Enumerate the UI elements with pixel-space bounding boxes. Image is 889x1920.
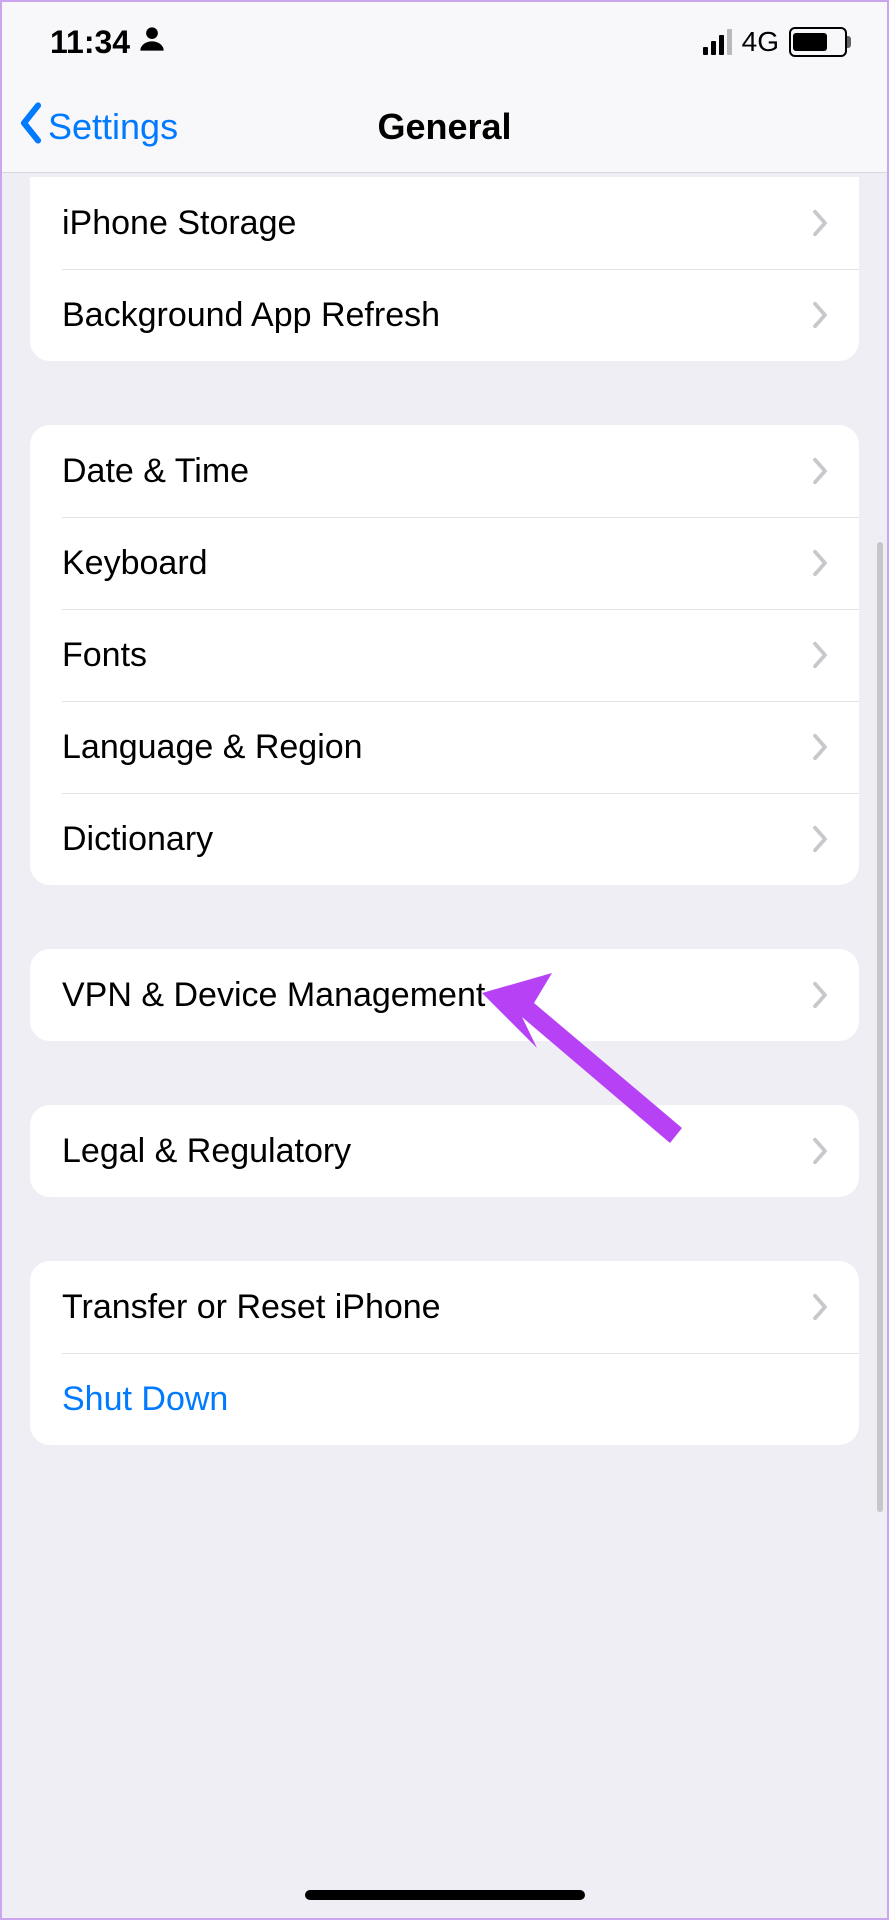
settings-group-reset: Transfer or Reset iPhone Shut Down [30,1261,859,1445]
status-bar: 11:34 4G [2,2,887,82]
settings-group-locale: Date & Time Keyboard Fonts Language & Regio… [30,425,859,885]
chevron-right-icon [811,732,829,762]
row-label: VPN & Device Management [62,976,811,1015]
row-label: Keyboard [62,544,811,583]
chevron-right-icon [811,824,829,854]
status-right: 4G [703,26,847,58]
row-label: Legal & Regulatory [62,1132,811,1171]
chevron-right-icon [811,208,829,238]
row-label: Transfer or Reset iPhone [62,1288,811,1327]
row-language-region[interactable]: Language & Region [30,701,859,793]
row-label: iPhone Storage [62,204,811,243]
row-legal-regulatory[interactable]: Legal & Regulatory [30,1105,859,1197]
row-label: Fonts [62,636,811,675]
page-title: General [377,106,511,148]
network-type: 4G [742,26,779,58]
back-button[interactable]: Settings [16,82,178,172]
row-vpn-device-management[interactable]: VPN & Device Management [30,949,859,1041]
row-fonts[interactable]: Fonts [30,609,859,701]
row-label: Dictionary [62,820,811,859]
row-transfer-reset[interactable]: Transfer or Reset iPhone [30,1261,859,1353]
settings-group-vpn: VPN & Device Management [30,949,859,1041]
row-shut-down[interactable]: Shut Down [30,1353,859,1445]
chevron-right-icon [811,456,829,486]
row-date-time[interactable]: Date & Time [30,425,859,517]
scroll-indicator[interactable] [877,542,883,1512]
chevron-left-icon [16,102,46,153]
back-label: Settings [48,106,178,148]
settings-group-storage: iPhone Storage Background App Refresh [30,177,859,361]
home-indicator[interactable] [305,1890,585,1900]
screen-frame: 11:34 4G Settings General iPhone Storage… [0,0,889,1920]
row-iphone-storage[interactable]: iPhone Storage [30,177,859,269]
row-dictionary[interactable]: Dictionary [30,793,859,885]
nav-bar: Settings General [2,82,887,173]
chevron-right-icon [811,1292,829,1322]
row-label: Shut Down [62,1380,829,1419]
row-label: Language & Region [62,728,811,767]
row-label: Date & Time [62,452,811,491]
row-keyboard[interactable]: Keyboard [30,517,859,609]
row-label: Background App Refresh [62,296,811,335]
status-time: 11:34 [50,24,130,61]
row-background-app-refresh[interactable]: Background App Refresh [30,269,859,361]
signal-icon [703,29,732,55]
person-icon [138,24,166,61]
battery-icon [789,27,847,57]
settings-group-legal: Legal & Regulatory [30,1105,859,1197]
chevron-right-icon [811,548,829,578]
content: iPhone Storage Background App Refresh Date… [2,177,887,1445]
chevron-right-icon [811,640,829,670]
chevron-right-icon [811,980,829,1010]
status-left: 11:34 [50,24,166,61]
chevron-right-icon [811,300,829,330]
chevron-right-icon [811,1136,829,1166]
battery-level [793,33,827,51]
